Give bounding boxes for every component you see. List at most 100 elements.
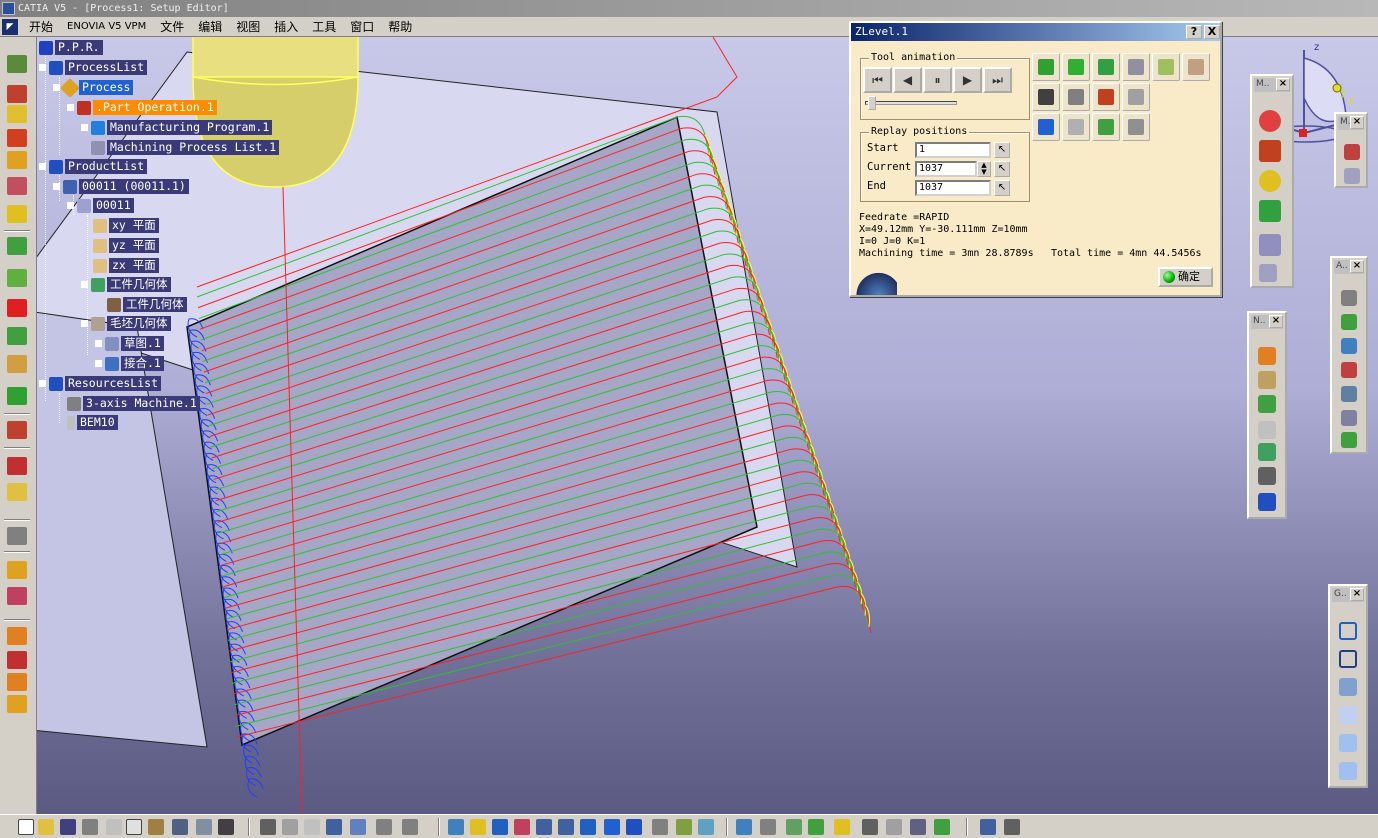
doc-icon[interactable] [1344,168,1360,184]
feed-icon[interactable] [1341,432,1357,448]
machining-icon[interactable] [7,55,27,73]
redo-icon[interactable] [196,819,212,835]
menu-file[interactable]: 文件 [153,18,191,36]
menu-help[interactable]: 帮助 [381,18,419,36]
palette-close-button[interactable]: × [1276,78,1290,91]
photo-button[interactable] [1032,113,1060,141]
film-icon[interactable] [1258,467,1276,485]
docking-icon[interactable] [1004,819,1020,835]
video-button[interactable] [1032,83,1060,111]
tree-node-join[interactable]: 接合.1 [95,355,164,372]
expand-toggle[interactable] [95,360,102,367]
help-cursor-icon[interactable] [218,819,234,835]
ok-button[interactable]: 确定 [1158,267,1213,287]
palette-close-button[interactable]: × [1350,260,1364,273]
print-icon[interactable] [82,819,98,835]
tree-node-process-list[interactable]: ProcessList [39,59,148,76]
stock-icon[interactable] [7,177,27,195]
current-field[interactable]: 1037 [915,161,977,177]
pan-icon[interactable] [492,819,508,835]
close-button[interactable]: X [1204,25,1220,39]
axis-icon[interactable] [1341,338,1357,354]
roughing-icon[interactable] [7,237,27,255]
tree-node-process[interactable]: Process [53,77,134,98]
collapse-toggle[interactable] [39,64,46,71]
menu-edit[interactable]: 编辑 [191,18,229,36]
geometry-icon[interactable] [7,205,27,223]
pp-table-icon[interactable] [1258,371,1276,389]
zoom-out-icon[interactable] [558,819,574,835]
tool-display-button[interactable] [1152,53,1180,81]
collapse-toggle[interactable] [39,163,46,170]
new-file-icon[interactable] [18,819,34,835]
palette-close-button[interactable]: × [1350,588,1364,601]
undo-icon[interactable] [172,819,188,835]
display-tool-path-button[interactable] [1032,53,1060,81]
arrow-icon[interactable] [1339,706,1357,724]
tree-node-xy-plane[interactable]: xy 平面 [93,217,159,234]
current-spinner[interactable]: ▲ ▼ [977,161,991,177]
apt-icon[interactable] [1258,493,1276,511]
collapse-toggle[interactable] [81,320,88,327]
compass-icon[interactable] [808,819,824,835]
material-removal-button[interactable] [1122,53,1150,81]
zlevel-icon[interactable] [7,299,27,317]
tree-node-tool[interactable]: BEM10 [67,414,118,431]
start-field[interactable]: 1 [915,142,991,158]
menu-enovia[interactable]: ENOVIA V5 VPM [60,18,153,36]
contour-icon[interactable] [7,355,27,373]
tree-node-yz-plane[interactable]: yz 平面 [93,237,159,254]
current-pick-button[interactable]: ↖ [994,161,1010,177]
verify-icon[interactable] [1258,395,1276,413]
tree-node-workpiece-body[interactable]: 工件几何体 [81,276,171,293]
tree-node-machine[interactable]: 3-axis Machine.1 [67,395,200,412]
nc-output-icon[interactable] [1258,347,1276,365]
stock-icon[interactable] [1259,140,1281,162]
menu-insert[interactable]: 插入 [267,18,305,36]
machine-setup-icon[interactable] [7,151,27,169]
pencil-icon[interactable] [7,327,27,345]
collision-button[interactable] [1122,83,1150,111]
compare-button[interactable] [1062,113,1090,141]
part-operation-icon[interactable] [7,105,27,123]
zlevel-icon[interactable] [1259,170,1281,192]
tree-node-part-operation[interactable]: .Part Operation.1 [67,99,217,116]
cutter-icon[interactable] [1344,144,1360,160]
table-icon[interactable] [1259,264,1277,282]
collapse-toggle[interactable] [53,183,60,190]
operation-list-button[interactable] [1092,83,1120,111]
link-icon[interactable] [1341,314,1357,330]
swap-icon[interactable] [698,819,714,835]
transition-icon[interactable] [7,561,27,579]
goto-icon[interactable] [7,673,27,691]
animation-slider-thumb[interactable] [867,96,876,110]
menu-tools[interactable]: 工具 [305,18,343,36]
path-icon[interactable] [1341,386,1357,402]
menu-view[interactable]: 视图 [229,18,267,36]
collapse-toggle[interactable] [39,380,46,387]
tools-icon[interactable] [862,819,878,835]
end-pick-button[interactable]: ↖ [994,180,1010,196]
layer-icon[interactable] [736,819,752,835]
tree-node-product-list[interactable]: ProductList [39,158,148,175]
program-icon[interactable] [7,129,27,147]
cut-icon[interactable] [106,819,122,835]
tool-holder-button[interactable] [1062,83,1090,111]
collapse-toggle[interactable] [53,84,60,91]
tree-node-zx-plane[interactable]: zx 平面 [93,257,159,274]
fast-forward-button[interactable]: ⏭ [983,67,1012,93]
step-back-button[interactable]: ◀ [893,67,922,93]
end-field[interactable]: 1037 [915,180,991,196]
pp-instruction-icon[interactable] [7,587,27,605]
pattern-icon[interactable] [7,483,27,501]
sweeping-icon[interactable] [7,269,27,287]
tree-node-stock-body[interactable]: 毛坯几何体 [81,315,171,332]
rewind-button[interactable]: ⏮ [863,67,892,93]
analysis-button[interactable] [1182,53,1210,81]
catalog-icon[interactable] [402,819,418,835]
rotation-icon[interactable] [7,651,27,669]
gauge-icon[interactable] [1341,290,1357,306]
open-file-icon[interactable] [38,819,54,835]
palette-close-button[interactable]: × [1350,116,1364,129]
isoparametric-icon[interactable] [7,387,27,405]
